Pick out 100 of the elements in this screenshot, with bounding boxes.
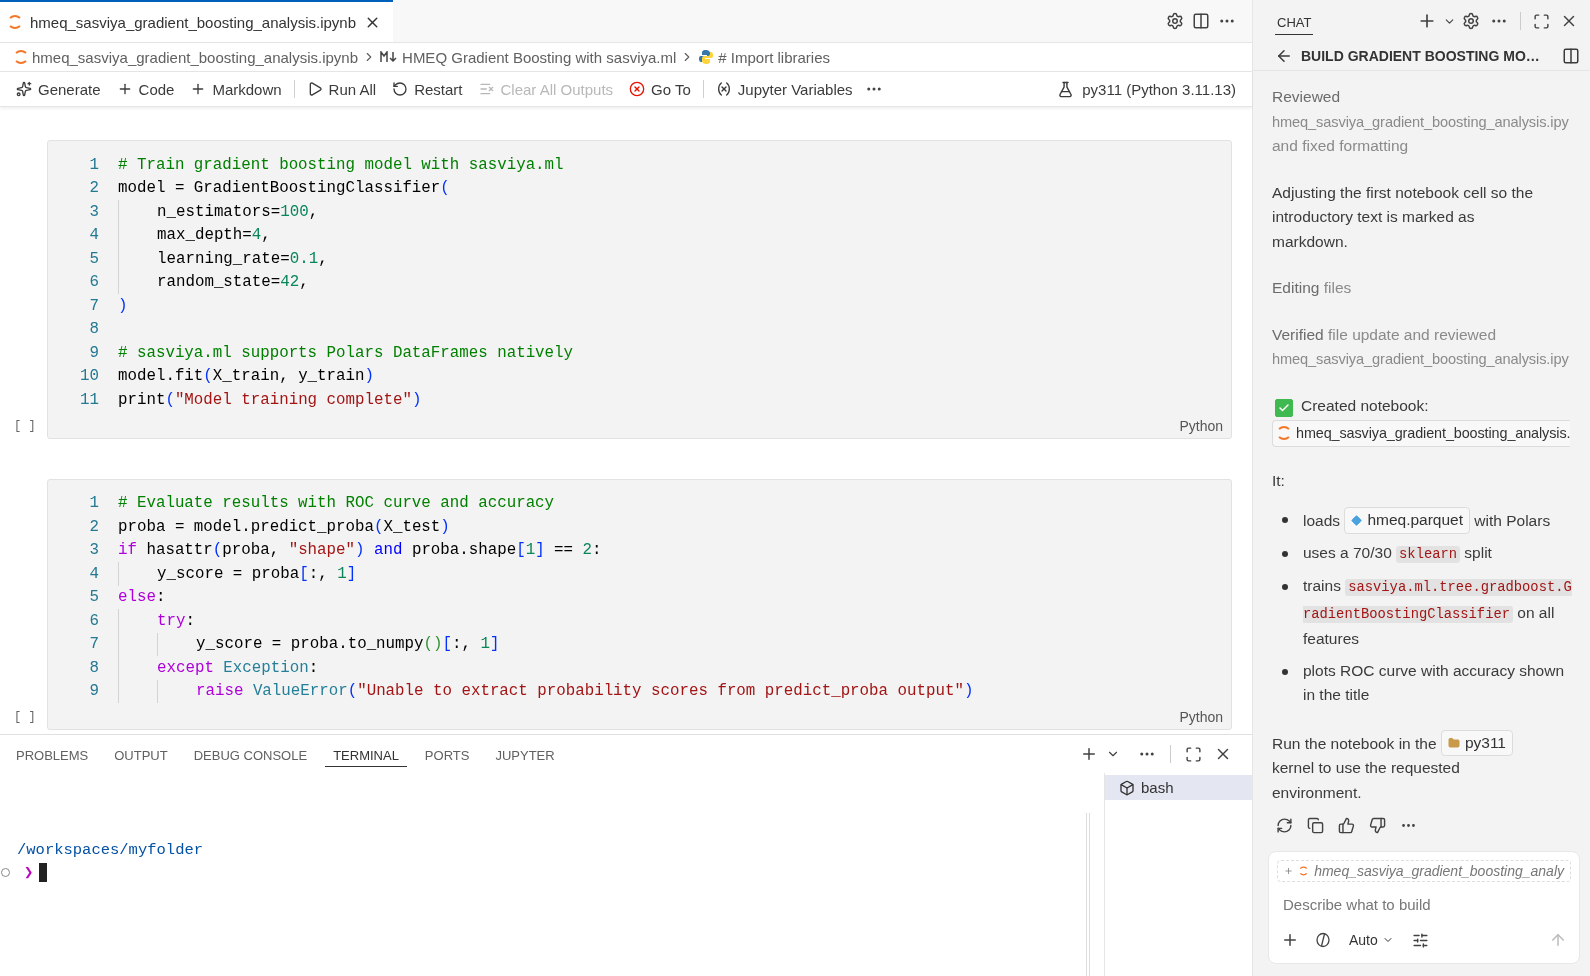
breadcrumb-item[interactable]: hmeq_sasviya_gradient_boosting_analysis.ipynb bbox=[32, 48, 359, 66]
terminal-path: /workspaces/myfolder bbox=[16, 841, 205, 861]
line-number: 10 bbox=[79, 367, 100, 386]
breadcrumb-item[interactable]: # Import libraries bbox=[718, 48, 830, 66]
folder-icon bbox=[1447, 736, 1460, 749]
notebook-icon bbox=[14, 49, 28, 65]
bullet-dot bbox=[1282, 584, 1288, 590]
line-number: 8 bbox=[88, 320, 100, 339]
chat-text: It: bbox=[1272, 470, 1286, 491]
line-number: 3 bbox=[88, 541, 100, 560]
line-number: 1 bbox=[88, 155, 100, 174]
breadcrumb-item[interactable]: HMEQ Gradient Boosting with sasviya.ml bbox=[402, 48, 677, 66]
line-number: 6 bbox=[88, 611, 100, 630]
code-line: proba = model.predict_proba(X_test) bbox=[118, 517, 450, 536]
code-line: # Train gradient boosting model with sasviya.ml bbox=[118, 155, 564, 174]
scrollbar[interactable] bbox=[1086, 813, 1090, 976]
line-number: 7 bbox=[88, 635, 100, 654]
toolbar-button[interactable]: Go To bbox=[621, 77, 699, 101]
code-line: y_score = proba.to_numpy()[:, 1] bbox=[196, 635, 500, 654]
line-number: 2 bbox=[88, 179, 100, 198]
code-line: except Exception: bbox=[157, 658, 319, 677]
cell-language[interactable]: Python bbox=[1171, 411, 1231, 434]
status-text: Editing files bbox=[1272, 278, 1353, 298]
kernel-chip[interactable]: py311 bbox=[1440, 729, 1513, 756]
chat-input[interactable]: Describe what to build bbox=[1277, 890, 1571, 919]
editor-tab[interactable]: hmeq_sasviya_gradient_boosting_analysis.ipynb bbox=[0, 0, 394, 42]
panel-tab[interactable]: DEBUG CONSOLE bbox=[185, 741, 316, 767]
code-cell[interactable] bbox=[47, 140, 1232, 439]
bullet-text: plots ROC curve with accuracy shown in the title bbox=[1303, 660, 1565, 705]
code-line: n_estimators=100, bbox=[157, 202, 319, 221]
chat-text: Run the notebook in the py311 kernel to use the requested environment. bbox=[1272, 729, 1590, 806]
file-chip[interactable]: hmeq.parquet bbox=[1344, 507, 1471, 534]
toolbar-button[interactable]: Generate bbox=[8, 77, 109, 101]
python-icon bbox=[698, 49, 715, 65]
cube-icon bbox=[1119, 779, 1135, 796]
code-line: model = GradientBoostingClassifier( bbox=[118, 179, 450, 198]
kernel-picker[interactable]: py311 (Python 3.11.13) bbox=[1049, 77, 1244, 101]
line-number: 4 bbox=[88, 564, 100, 583]
code-line: try: bbox=[157, 611, 195, 630]
chat-text: Adjusting the first notebook cell so the introductory text is marked as markdown. bbox=[1272, 182, 1535, 252]
code-line: model.fit(X_train, y_train) bbox=[118, 367, 374, 386]
line-number: 8 bbox=[88, 658, 100, 677]
bullet-dot bbox=[1282, 668, 1288, 675]
code-line: # Evaluate results with ROC curve and accuracy bbox=[118, 494, 555, 513]
bullet-text: uses a 70/30 sklearn split bbox=[1303, 542, 1492, 565]
line-number: 2 bbox=[88, 517, 100, 536]
code-line: random_state=42, bbox=[157, 273, 309, 292]
terminal-session[interactable]: bash bbox=[1105, 775, 1252, 800]
panel-tab[interactable]: JUPYTER bbox=[487, 741, 563, 767]
notebook-icon bbox=[1277, 425, 1291, 442]
context-chip[interactable]: hmeq_sasviya_gradient_boosting_analy bbox=[1277, 860, 1571, 882]
code-line: learning_rate=0.1, bbox=[157, 249, 328, 268]
code-line: raise ValueError("Unable to extract probability scores from predict_proba output") bbox=[196, 682, 974, 701]
code-line: max_depth=4, bbox=[157, 226, 271, 245]
code-line: # sasviya.ml supports Polars DataFrames natively bbox=[118, 343, 574, 362]
toolbar-button[interactable]: Run All bbox=[298, 77, 385, 101]
panel-tab[interactable]: TERMINAL bbox=[325, 741, 407, 767]
toolbar-button[interactable]: Markdown bbox=[182, 77, 290, 101]
code-line: y_score = proba[:, 1] bbox=[157, 564, 357, 583]
code-line: print("Model training complete") bbox=[118, 390, 422, 409]
status-text: Reviewed hmeq_sasviya_gradient_boosting_analysis.ipy and fixed formatting bbox=[1272, 87, 1570, 156]
list-x-icon bbox=[478, 81, 495, 97]
line-number: 3 bbox=[88, 202, 100, 221]
execution-count: [ ] bbox=[14, 710, 36, 724]
chat-title: BUILD GRADIENT BOOSTING MO… bbox=[1301, 48, 1541, 64]
bullet-dot bbox=[1282, 517, 1288, 523]
sparkle-icon bbox=[16, 81, 32, 97]
notebook-icon bbox=[1299, 863, 1309, 879]
line-number: 6 bbox=[88, 273, 100, 292]
line-number: 11 bbox=[79, 390, 100, 409]
line-number: 7 bbox=[88, 296, 100, 315]
status-text: Verified file update and reviewed hmeq_sasviya_gradient_boosting_analysis.ipy bbox=[1272, 324, 1570, 369]
mode-picker[interactable]: Auto bbox=[1343, 931, 1400, 949]
line-number: 5 bbox=[88, 249, 100, 268]
code-line: ) bbox=[118, 296, 128, 315]
line-number: 4 bbox=[88, 226, 100, 245]
bullet-dot bbox=[1282, 550, 1288, 557]
bullet-text: loads hmeq.parquet with Polars bbox=[1303, 507, 1551, 534]
panel-tab[interactable]: PROBLEMS bbox=[8, 741, 97, 767]
created-label: Created notebook: bbox=[1301, 396, 1429, 414]
line-number: 9 bbox=[88, 343, 100, 362]
restart-icon bbox=[392, 81, 409, 97]
chat-tab[interactable]: CHAT bbox=[1275, 7, 1314, 35]
line-number: 1 bbox=[88, 494, 100, 513]
markdown-icon bbox=[380, 51, 399, 63]
prompt-char: ❯ bbox=[24, 863, 34, 882]
toolbar-button[interactable]: Restart bbox=[384, 77, 471, 101]
panel-tab[interactable]: OUTPUT bbox=[106, 741, 176, 767]
panel-tab[interactable]: PORTS bbox=[416, 741, 478, 767]
toolbar-button[interactable]: Jupyter Variables bbox=[707, 77, 861, 101]
code-cell[interactable] bbox=[47, 478, 1232, 730]
diamond-icon bbox=[1351, 514, 1363, 526]
toolbar-button[interactable]: Code bbox=[108, 77, 183, 101]
cell-language[interactable]: Python bbox=[1171, 703, 1231, 725]
execution-count: [ ] bbox=[14, 418, 36, 433]
variable-icon bbox=[715, 81, 732, 97]
panel-layout-icon[interactable] bbox=[1562, 47, 1580, 65]
file-chip[interactable]: hmeq_sasviya_gradient_boosting_analysis. bbox=[1272, 420, 1571, 447]
line-number: 5 bbox=[88, 588, 100, 607]
code-line: if hasattr(proba, "shape") and proba.shape[1] == 2: bbox=[118, 541, 602, 560]
